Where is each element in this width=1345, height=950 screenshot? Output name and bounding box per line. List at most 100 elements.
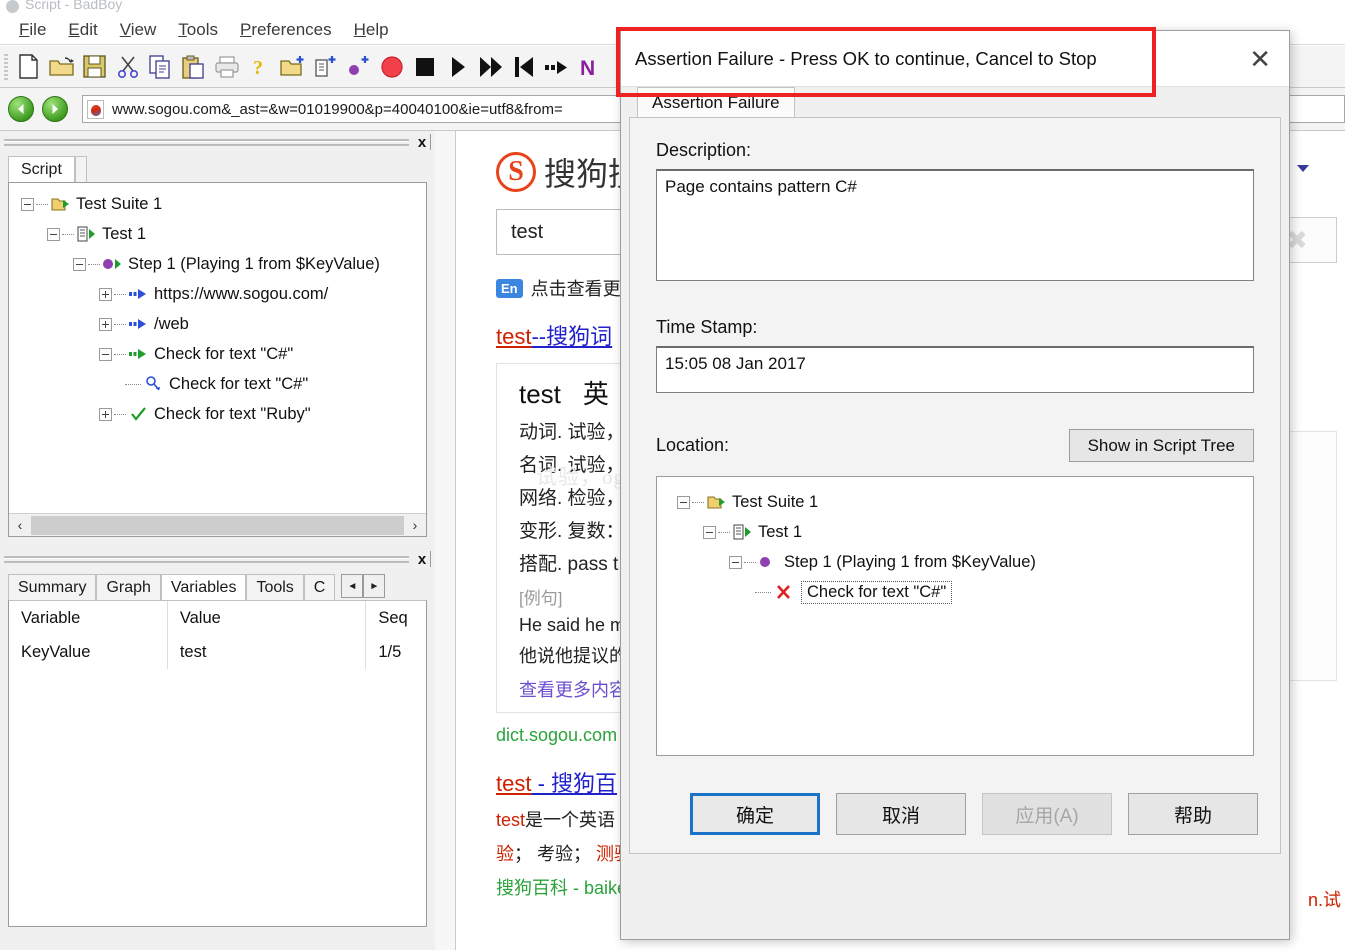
scroll-thumb[interactable] — [31, 515, 404, 535]
menu-preferences[interactable]: Preferences — [229, 18, 343, 42]
tree-toggle-plus-icon[interactable] — [99, 287, 112, 301]
svg-text:?: ? — [253, 57, 263, 79]
tree-node-test-1[interactable]: Test 1 — [15, 219, 426, 249]
variables-panel-grip[interactable]: x — [0, 548, 435, 570]
menu-view[interactable]: View — [109, 18, 168, 42]
tab-summary[interactable]: Summary — [8, 574, 97, 601]
copy-icon[interactable] — [144, 51, 177, 83]
loc-node-check-csharp-failed[interactable]: Check for text "C#" — [671, 577, 1253, 607]
tree-node-sogou-url[interactable]: https://www.sogou.com/ — [15, 279, 426, 309]
script-tree-hscrollbar[interactable]: ‹ › — [9, 513, 426, 536]
ok-button[interactable]: 确定 — [690, 793, 820, 835]
description-label: Description: — [656, 140, 752, 160]
loc-node-test-suite-1[interactable]: Test Suite 1 — [671, 487, 1253, 517]
column-header-variable[interactable]: Variable — [9, 601, 168, 635]
script-tree[interactable]: Test Suite 1 Test 1 Step 1 (Playing 1 fr… — [8, 182, 427, 537]
dialog-close-button[interactable]: ✕ — [1237, 46, 1283, 72]
forward-button[interactable] — [42, 96, 68, 122]
record-icon[interactable] — [375, 51, 408, 83]
dialog-titlebar: Assertion Failure - Press OK to continue… — [616, 27, 1289, 97]
address-text[interactable]: www.sogou.com&_ast=&w=01019900&p=4004010… — [112, 101, 563, 118]
play-icon[interactable] — [441, 51, 474, 83]
tab-script-label: Script — [21, 161, 62, 178]
show-in-script-tree-button[interactable]: Show in Script Tree — [1068, 429, 1254, 462]
cancel-button[interactable]: 取消 — [836, 793, 966, 835]
tree-node-check-ruby[interactable]: Check for text "Ruby" — [15, 399, 426, 429]
script-panel-grip[interactable]: x — [0, 131, 435, 153]
print-icon[interactable] — [210, 51, 243, 83]
stop-icon[interactable] — [408, 51, 441, 83]
tab-variables[interactable]: Variables — [160, 574, 247, 601]
tree-node-check-csharp[interactable]: Check for text "C#" — [15, 339, 426, 369]
scroll-right-button[interactable]: › — [404, 514, 426, 536]
tree-connector — [692, 501, 704, 503]
cut-icon[interactable] — [111, 51, 144, 83]
loc-node-label: Step 1 (Playing 1 from $KeyValue) — [784, 552, 1036, 571]
tree-toggle-minus-icon[interactable] — [47, 227, 60, 241]
table-row[interactable]: KeyValue test 1/5 — [9, 635, 426, 669]
tree-node-web[interactable]: /web — [15, 309, 426, 339]
tree-node-label: Test Suite 1 — [76, 194, 163, 213]
open-folder-icon[interactable] — [45, 51, 78, 83]
ntlm-icon[interactable]: N — [573, 51, 606, 83]
menu-tools[interactable]: Tools — [167, 18, 229, 42]
column-header-value[interactable]: Value — [168, 601, 367, 635]
play-fast-icon[interactable] — [474, 51, 507, 83]
new-test-icon[interactable] — [309, 51, 342, 83]
page-favicon-icon — [87, 99, 104, 119]
loc-node-test-1[interactable]: Test 1 — [671, 517, 1253, 547]
new-suite-icon[interactable] — [276, 51, 309, 83]
step-icon[interactable] — [540, 51, 573, 83]
show-in-script-tree-label: Show in Script Tree — [1087, 435, 1235, 455]
variables-panel-close-button[interactable]: x — [415, 551, 431, 568]
tree-node-step-1[interactable]: Step 1 (Playing 1 from $KeyValue) — [15, 249, 426, 279]
timestamp-field[interactable]: 15:05 08 Jan 2017 — [656, 346, 1254, 393]
save-icon[interactable] — [78, 51, 111, 83]
tree-toggle-plus-icon[interactable] — [99, 317, 112, 331]
tab-assertion-failure[interactable]: Assertion Failure — [637, 87, 795, 117]
tab-tools[interactable]: Tools — [246, 574, 304, 601]
location-tree[interactable]: Test Suite 1 Test 1 Step 1 (Playing 1 fr… — [656, 476, 1254, 756]
help-button[interactable]: 帮助 — [1128, 793, 1258, 835]
tree-toggle-minus-icon[interactable] — [703, 525, 716, 539]
tree-toggle-minus-icon[interactable] — [21, 197, 34, 211]
paste-icon[interactable] — [177, 51, 210, 83]
script-panel-close-button[interactable]: x — [415, 134, 431, 151]
cell-value: test — [168, 635, 367, 669]
help-question-icon[interactable]: ? — [243, 51, 276, 83]
tab-scroll-next-button[interactable]: ► — [363, 574, 386, 598]
new-icon[interactable] — [12, 51, 45, 83]
tree-node-label: Step 1 (Playing 1 from $KeyValue) — [128, 254, 380, 273]
tab-script-overflow[interactable] — [74, 156, 87, 183]
cell-seq: 1/5 — [378, 642, 402, 661]
tree-node-test-suite-1[interactable]: Test Suite 1 — [15, 189, 426, 219]
menu-file[interactable]: File — [8, 18, 57, 42]
sogou-logo-icon: S — [496, 152, 536, 192]
variables-tabrow: Summary Graph Variables Tools C ◄ ► — [0, 570, 435, 601]
tree-toggle-plus-icon[interactable] — [99, 407, 112, 421]
variables-grid[interactable]: Variable Value Seq KeyValue test 1/5 — [8, 600, 427, 927]
scroll-left-button[interactable]: ‹ — [9, 514, 31, 536]
tree-node-label: Check for text "C#" — [154, 344, 294, 363]
rewind-icon[interactable] — [507, 51, 540, 83]
tree-toggle-minus-icon[interactable] — [99, 347, 112, 361]
tab-graph[interactable]: Graph — [96, 574, 161, 601]
tree-toggle-minus-icon[interactable] — [73, 257, 86, 271]
back-button[interactable] — [8, 96, 34, 122]
tree-toggle-minus-icon[interactable] — [729, 555, 742, 569]
loc-node-label: Check for text "C#" — [801, 580, 953, 604]
loc-node-step-1[interactable]: Step 1 (Playing 1 from $KeyValue) — [671, 547, 1253, 577]
tab-scroll-prev-button[interactable]: ◄ — [341, 574, 364, 598]
menu-help[interactable]: Help — [343, 18, 400, 42]
tree-toggle-minus-icon[interactable] — [677, 495, 690, 509]
description-field[interactable]: Page contains pattern C# — [656, 169, 1254, 281]
tab-c-truncated[interactable]: C — [303, 574, 336, 601]
menu-edit[interactable]: Edit — [57, 18, 108, 42]
new-step-icon[interactable] — [342, 51, 375, 83]
tree-node-assertion-csharp[interactable]: Check for text "C#" — [15, 369, 426, 399]
sogou-en-text: 点击查看更 — [530, 279, 621, 299]
toolbar-grip[interactable] — [4, 53, 8, 80]
tab-script[interactable]: Script — [8, 156, 75, 183]
script-tree-nodes: Test Suite 1 Test 1 Step 1 (Playing 1 fr… — [9, 183, 426, 429]
column-header-seq[interactable]: Seq — [366, 601, 426, 635]
